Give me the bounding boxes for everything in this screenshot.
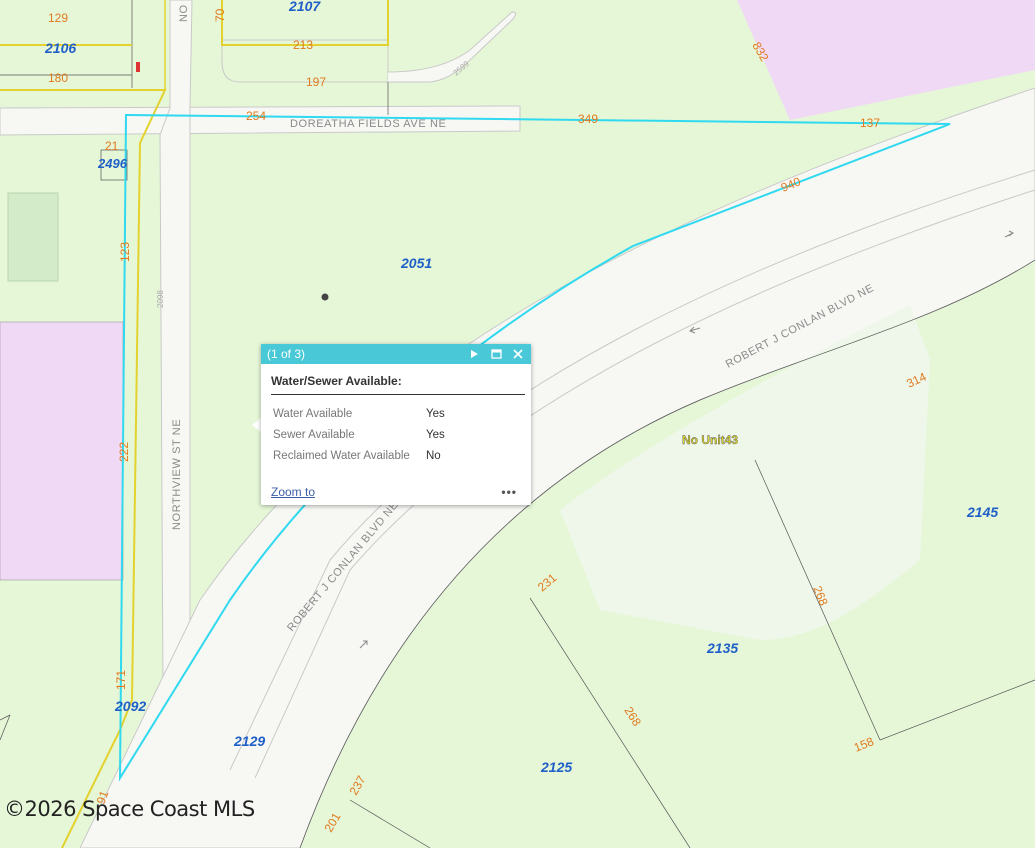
- attribute-key: Sewer Available: [273, 428, 355, 441]
- dimension-label: 231: [535, 570, 560, 594]
- purple-zone-left: [0, 321, 124, 581]
- popup-footer: Zoom to •••: [271, 485, 517, 499]
- attribute-value: Yes: [426, 428, 445, 441]
- attribute-key: Reclaimed Water Available: [273, 449, 410, 462]
- dimension-label: 180: [48, 71, 68, 85]
- popup-title: Water/Sewer Available:: [271, 374, 525, 395]
- parcel-id-label: 2496: [97, 156, 128, 171]
- dimension-label: 158: [852, 734, 876, 755]
- popup-counter: (1 of 3): [267, 347, 306, 361]
- info-popup: (1 of 3) Water/Sewer Available: Water Av…: [261, 344, 531, 505]
- dimension-label: 254: [246, 109, 266, 123]
- copyright-text: ©2026 Space Coast MLS: [4, 797, 255, 821]
- attribute-row: Reclaimed Water Available No: [273, 445, 445, 466]
- dimension-label: 201: [321, 810, 343, 835]
- parcel-id-label: 2106: [44, 40, 76, 56]
- street-label: DOREATHA FIELDS AVE NE: [290, 118, 446, 130]
- dimension-label: 129: [48, 11, 68, 25]
- parcel-id-label: 2051: [400, 255, 432, 271]
- hydrant-icon: [136, 62, 140, 72]
- dimension-label: 123: [118, 242, 132, 262]
- maximize-icon[interactable]: [489, 347, 503, 361]
- parcel-line: [879, 679, 1035, 741]
- close-icon[interactable]: [511, 347, 525, 361]
- parcel-line: [529, 597, 691, 848]
- parcel-id-label: 2135: [706, 640, 738, 656]
- parcel-line: [349, 799, 431, 848]
- dimension-label: 197: [306, 75, 326, 89]
- attribute-key: Water Available: [273, 407, 353, 420]
- parcel-id-label: 2092: [114, 698, 146, 714]
- street-label: NO: [178, 4, 190, 22]
- purple-zone-top: [737, 0, 1035, 120]
- dimension-label: 21: [105, 139, 119, 153]
- dimension-label: 349: [578, 112, 598, 126]
- green-block: [7, 192, 59, 282]
- attribute-value: No: [426, 449, 441, 462]
- dimension-label: 222: [117, 442, 131, 462]
- parcel-id-label: 2129: [233, 733, 265, 749]
- zoom-to-link[interactable]: Zoom to: [271, 485, 315, 499]
- attribute-row: Sewer Available Yes: [273, 424, 445, 445]
- attribute-value: Yes: [426, 407, 445, 420]
- parcel-id-label: 2145: [966, 504, 998, 520]
- dimension-label: 137: [860, 116, 880, 130]
- popup-pointer: [252, 418, 261, 432]
- dimension-label: 237: [346, 773, 368, 798]
- address-label: 2098: [156, 290, 165, 308]
- attribute-row: Water Available Yes: [273, 403, 445, 424]
- parcel-line: [0, 714, 11, 741]
- parcel-id-label: 2125: [540, 759, 572, 775]
- dimension-label: 268: [621, 704, 644, 729]
- unit-label: No Unit43: [682, 433, 738, 447]
- popup-header: (1 of 3): [261, 344, 531, 364]
- attribute-table: Water Available Yes Sewer Available Yes …: [273, 403, 445, 466]
- dimension-label: 70: [213, 8, 227, 22]
- more-options-button[interactable]: •••: [501, 485, 517, 499]
- street-label: NORTHVIEW ST NE: [171, 419, 183, 530]
- parcel-centroid-dot: [321, 293, 329, 301]
- parcel-id-label: 2107: [288, 0, 321, 14]
- play-icon[interactable]: [467, 347, 481, 361]
- dimension-label: 171: [114, 670, 128, 690]
- dimension-label: 213: [293, 38, 313, 52]
